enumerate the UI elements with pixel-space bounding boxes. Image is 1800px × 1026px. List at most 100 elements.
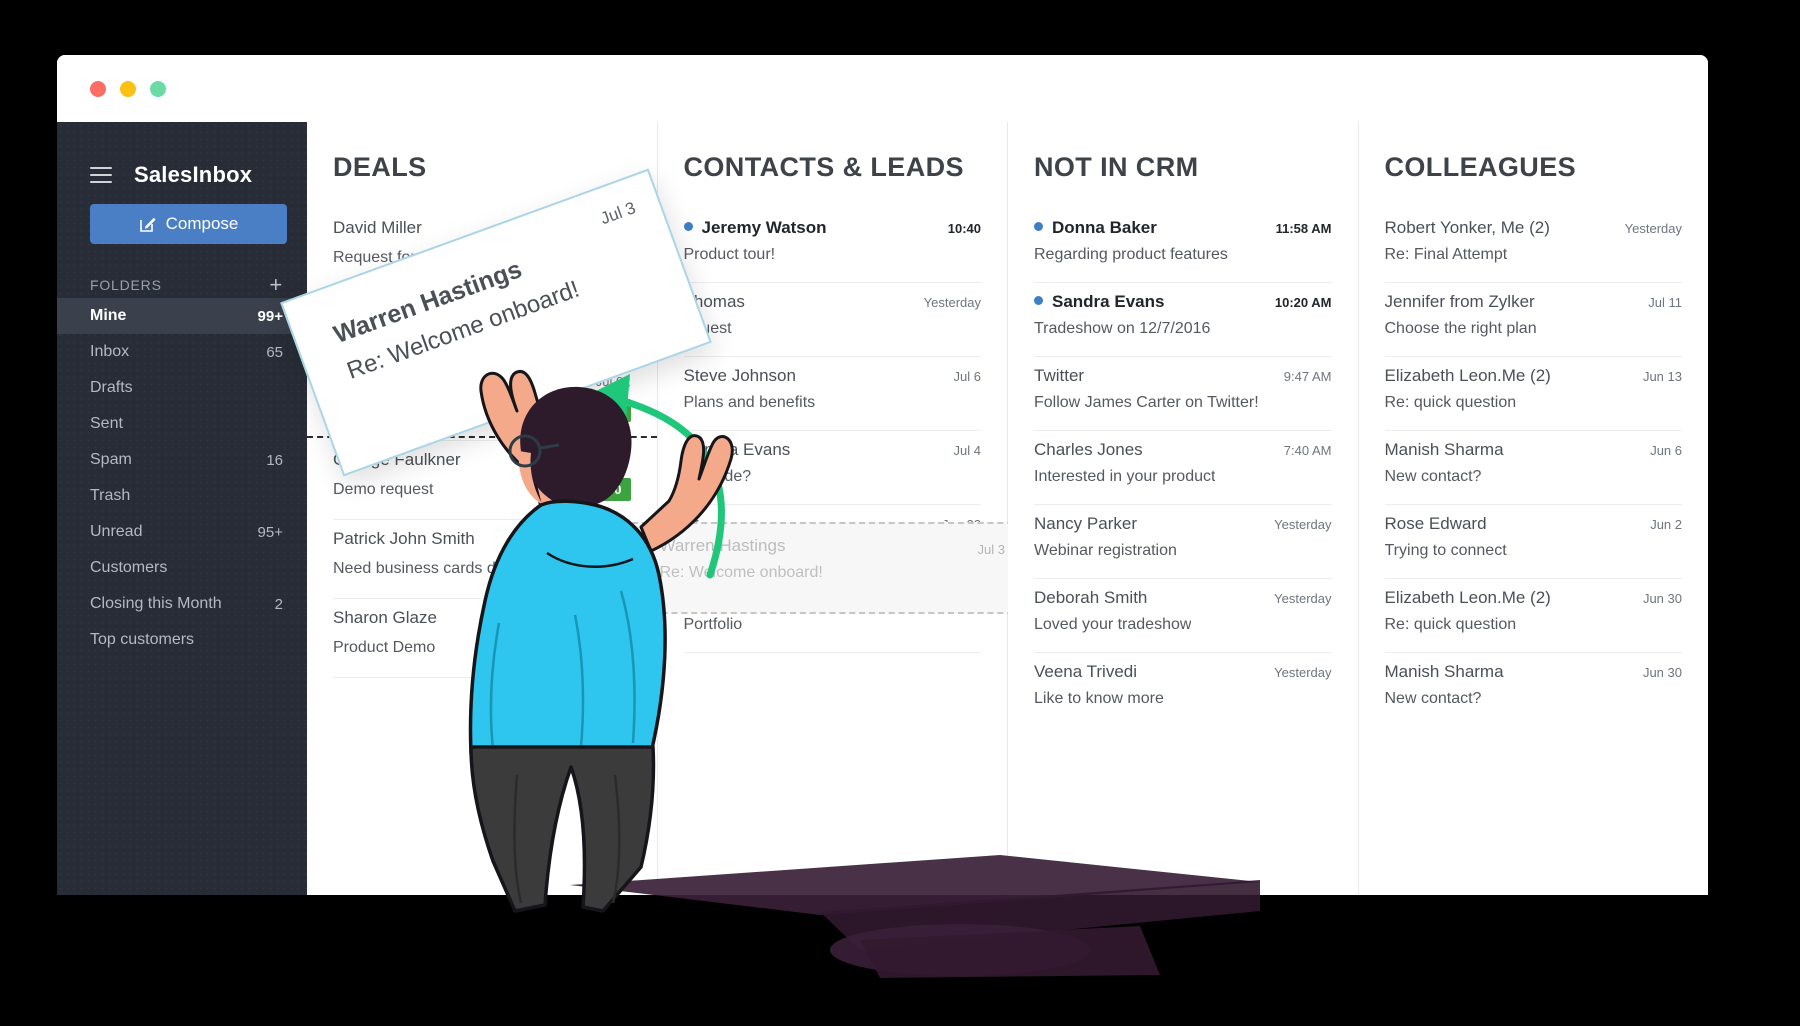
sidebar-folder-spam[interactable]: Spam 16 [57, 442, 307, 478]
column-title: CONTACTS & LEADS [683, 152, 964, 182]
mail-subject: Re: Final Attempt [1384, 246, 1508, 263]
plus-icon[interactable]: + [269, 274, 283, 296]
mail-sender: Nancy Parker [1034, 514, 1137, 533]
mail-item[interactable]: Elizabeth Leon.Me (2) Jun 30 Re: quick que… [1384, 579, 1682, 653]
compose-button-label: Compose [165, 214, 239, 233]
unread-dot-icon [1034, 295, 1043, 305]
maximize-button[interactable] [150, 80, 166, 97]
mail-item[interactable]: Nancy Parker Yesterday Webinar registratio… [1034, 505, 1332, 579]
mail-item[interactable]: Jennifer from Zylker Jul 11 Choose the rig… [1384, 283, 1682, 357]
mail-sender: Elizabeth Leon.Me (2) [1384, 366, 1551, 385]
mail-sender: ar [683, 514, 699, 533]
mail-item[interactable]: Donna Baker 11:58 AM Regarding product fea… [1034, 209, 1332, 283]
mail-sender: Charles Jones [1034, 440, 1143, 459]
hamburger-icon[interactable] [90, 167, 112, 183]
folder-count: 95+ [257, 523, 283, 541]
column-title: NOT IN CRM [1034, 152, 1199, 182]
mail-item[interactable]: Twitter 9:47 AM Follow James Carter on Twi… [1034, 357, 1332, 431]
sidebar-folder-trash[interactable]: Trash [57, 478, 307, 514]
mail-item[interactable]: Patrick John Smith Jun 21 Need business ca… [333, 520, 631, 599]
sidebar-folder-mine[interactable]: Mine 99+ [57, 298, 307, 334]
mail-item[interactable]: Veena Trivedi Yesterday Like to know more [1034, 653, 1332, 726]
mail-item[interactable]: Thomas Yesterday equest [683, 283, 981, 357]
mail-subject: Product tour! [683, 246, 776, 263]
mail-date: Jun 13 [591, 611, 631, 626]
mail-sender: Jennifer from Zylker [1384, 292, 1535, 311]
mail-item[interactable]: Rose Edward Jun 2 Trying to connect [1384, 505, 1682, 579]
mail-item[interactable]: Deborah Smith Yesterday Loved your tradesh… [1034, 579, 1332, 653]
mail-subject: Re: quick question [1384, 616, 1517, 633]
sidebar: SalesInbox Compose FOLDERS + Mine 99+ In… [57, 122, 307, 895]
mail-date: 10:20 AM [1274, 294, 1332, 310]
mail-item[interactable]: Sandra Evans 10:20 AM Tradeshow on 12/7/20… [1034, 283, 1332, 357]
mail-sender: Steve Johnson [683, 366, 796, 385]
mail-item[interactable]: Charles Jones 7:40 AM Interested in your p… [1034, 431, 1332, 505]
sidebar-folder-unread[interactable]: Unread 95+ [57, 514, 307, 550]
folders-header-row: FOLDERS + [57, 272, 307, 298]
mail-subject: Product Demo [333, 638, 436, 656]
mail-item[interactable]: Manish Sharma Jun 6 New contact? [1384, 431, 1682, 505]
compose-button[interactable]: Compose [90, 204, 287, 244]
mail-date: Jun 21 [591, 532, 631, 547]
deal-amount-badge: $ 4000.00 [554, 478, 631, 501]
mail-sender: Sharon Glaze [333, 608, 437, 627]
folder-label: Sent [90, 415, 123, 432]
folder-label: Drafts [90, 379, 133, 396]
folder-label: Unread [90, 523, 143, 540]
column-title: COLLEAGUES [1384, 152, 1577, 182]
mail-item[interactable]: Elizabeth Leon.Me (2) Jun 13 Re: quick que… [1384, 357, 1682, 431]
mail-item[interactable]: Jeremy Watson 10:40 Product tour! [683, 209, 981, 283]
deal-amount-badge: $ 4000.00 [554, 399, 631, 422]
column-not-in-crm: NOT IN CRM Donna Baker 11:58 AM Regarding p… [1008, 122, 1359, 895]
mail-date: Jun 22 [941, 517, 981, 532]
folder-label: Trash [90, 487, 131, 504]
compose-pencil-icon [139, 215, 157, 233]
sidebar-folder-inbox[interactable]: Inbox 65 [57, 334, 307, 370]
mail-date: Jun 2 [1650, 517, 1682, 532]
mail-subject: Webinar registration [1034, 542, 1177, 559]
mail-item[interactable]: es Jun 22 Portfolio [683, 579, 981, 653]
sidebar-folder-customers[interactable]: Customers [57, 550, 307, 586]
folder-label: Spam [90, 451, 132, 468]
mail-sender: Manish Sharma [1384, 662, 1504, 681]
mail-item[interactable]: ar Jun 22 on in the design process [683, 505, 981, 579]
mail-item[interactable]: Steve Johnson Jul 6 Plans and benefits [683, 357, 981, 431]
folders-header-label: FOLDERS [90, 277, 162, 293]
mail-date: Jul 4 [953, 443, 981, 458]
mail-subject: Portfolio [683, 616, 743, 633]
mail-date: Jul 6 [953, 369, 981, 384]
mail-subject: Regarding product features [1034, 246, 1228, 263]
mail-item[interactable]: Manish Sharma Jun 30 New contact? [1385, 653, 1683, 726]
minimize-button[interactable] [120, 80, 136, 97]
mail-subject: Trying to connect [1384, 542, 1507, 559]
mail-subject: Follow James Carter on Twitter! [1034, 394, 1259, 411]
folder-count: 65 [266, 343, 283, 361]
mail-subject: Loved your tradeshow [1034, 616, 1192, 633]
sidebar-folder-top-customers[interactable]: Top customers [57, 622, 307, 658]
mail-item[interactable]: Robert Yonker, Me (2) Yesterday Re: Final … [1384, 209, 1682, 283]
mail-date: Yesterday [1274, 591, 1332, 606]
mail-item[interactable]: Sharon Glaze Jun 13 Product Demo $ 4,500.00 [333, 599, 631, 678]
close-button[interactable] [90, 80, 106, 97]
folder-label: Customers [90, 559, 168, 576]
sidebar-folder-sent[interactable]: Sent [57, 406, 307, 442]
mail-sender: Robert Yonker, Me (2) [1384, 218, 1550, 237]
brand-area: SalesInbox [57, 122, 307, 200]
app-window: SalesInbox Compose FOLDERS + Mine 99+ In… [57, 55, 1708, 895]
mail-sender: Deborah Smith [1034, 588, 1148, 607]
sidebar-folder-drafts[interactable]: Drafts [57, 370, 307, 406]
mail-item[interactable]: Sandra Evans Jul 4 upgrade? [683, 431, 981, 505]
deal-amount-badge: $ 4000.00 [554, 557, 631, 580]
mail-date: 11:58 AM [1275, 220, 1332, 236]
mail-sender: David Miller [333, 218, 422, 237]
mail-sender: Sandra Evans [1052, 292, 1165, 311]
mail-sender: Elizabeth Leon.Me (2) [1384, 588, 1551, 607]
folder-label: Inbox [90, 343, 130, 360]
screenshot-stage: SalesInbox Compose FOLDERS + Mine 99+ In… [0, 0, 1800, 1026]
sidebar-folder-closing-this-month[interactable]: Closing this Month 2 [57, 586, 307, 622]
mail-subject: Tradeshow on 12/7/2016 [1034, 320, 1211, 337]
mail-date: Jun 22 [941, 591, 981, 606]
unread-dot-icon [1034, 221, 1043, 231]
mail-date: 9:47 AM [1283, 369, 1332, 384]
mail-subject: upgrade? [683, 468, 752, 485]
